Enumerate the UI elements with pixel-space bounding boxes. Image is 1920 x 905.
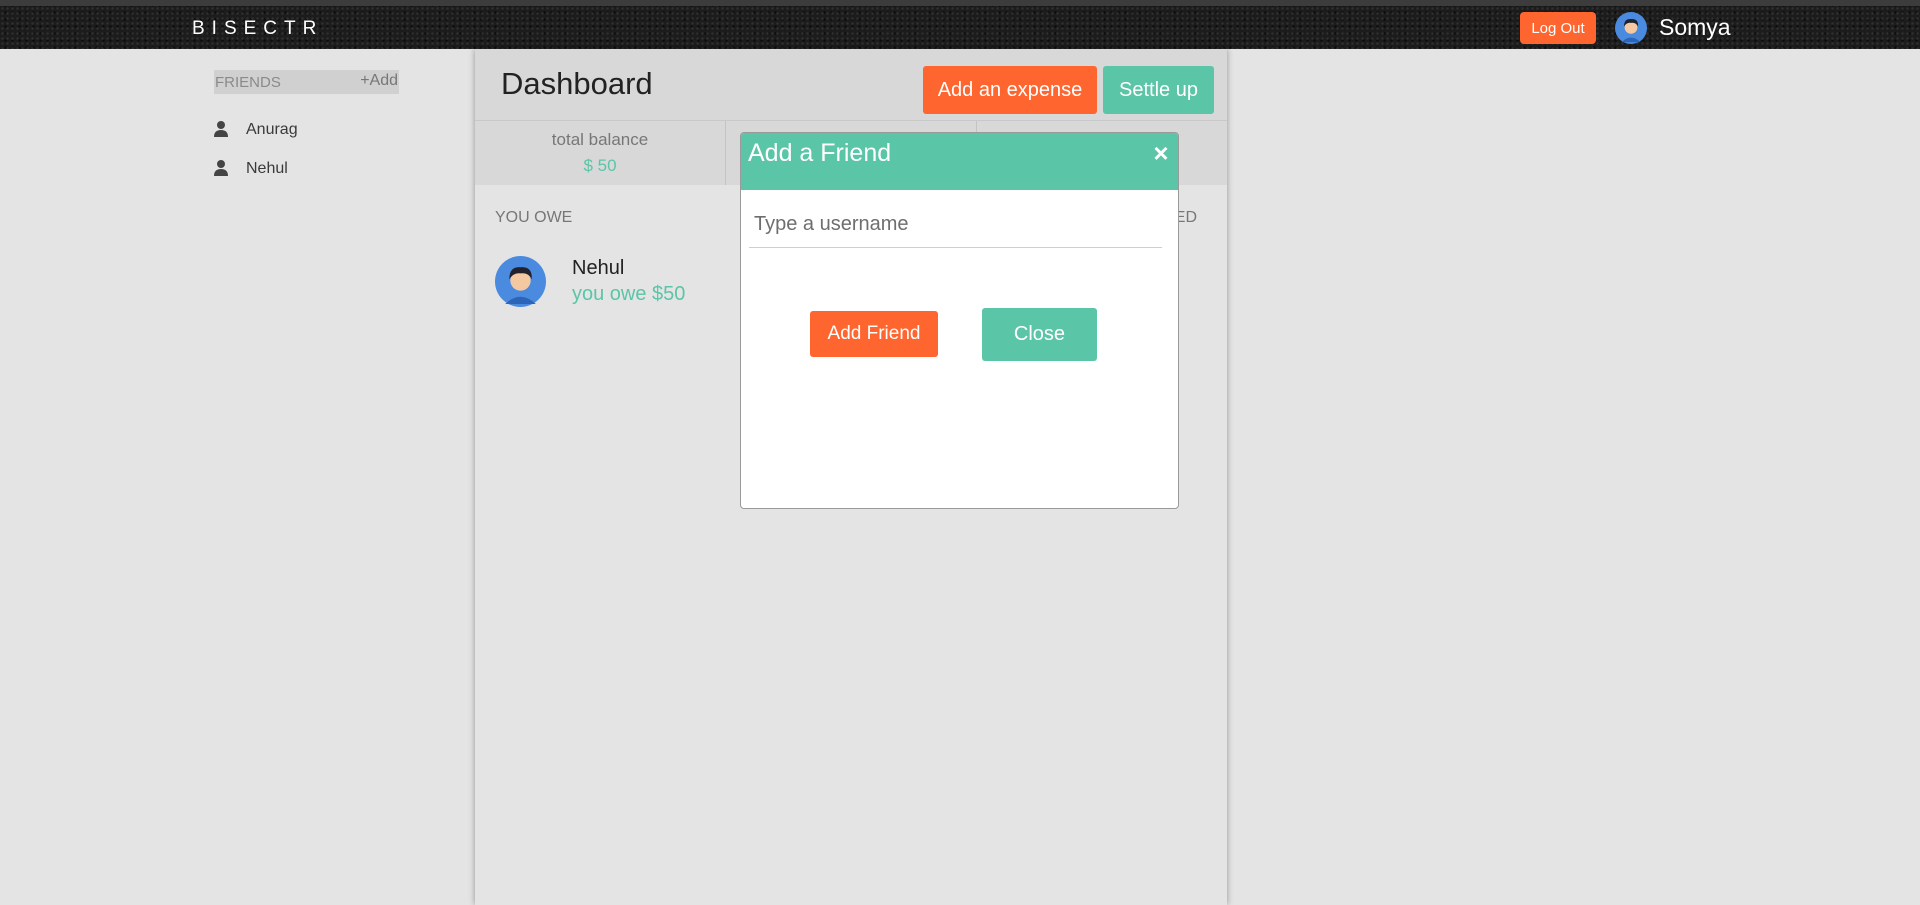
add-expense-button[interactable]: Add an expense [923, 66, 1097, 114]
modal-header: Add a Friend × [741, 133, 1178, 190]
total-balance-cell: total balance $ 50 [475, 121, 726, 185]
total-balance-label: total balance [551, 130, 649, 149]
close-button[interactable]: Close [982, 308, 1097, 361]
friends-header: FRIENDS +Add [214, 70, 399, 94]
modal-title: Add a Friend [748, 139, 892, 167]
settle-up-button[interactable]: Settle up [1103, 66, 1214, 114]
you-owe-label: YOU OWE [495, 209, 573, 226]
navbar: BISECTR Log Out Somya [0, 6, 1920, 49]
page-title: Dashboard [501, 66, 653, 101]
add-friend-button[interactable]: Add Friend [810, 311, 938, 357]
user-avatar-icon[interactable] [1615, 12, 1647, 44]
add-friend-link[interactable]: +Add [360, 72, 398, 90]
dashboard-header: Dashboard Add an expense Settle up [475, 49, 1227, 121]
close-icon[interactable]: × [1149, 140, 1173, 166]
sidebar-item-label: Anurag [246, 121, 298, 138]
brand-logo[interactable]: BISECTR [192, 18, 323, 40]
friends-title: FRIENDS [215, 74, 281, 91]
add-friend-modal: Add a Friend × Add Friend Close [740, 132, 1179, 509]
owe-amount: you owe $50 [572, 283, 686, 305]
total-balance-value: $ 50 [583, 156, 617, 175]
username-input[interactable] [749, 202, 1162, 248]
logout-button[interactable]: Log Out [1520, 12, 1596, 44]
owe-name: Nehul [572, 257, 625, 279]
username[interactable]: Somya [1659, 14, 1731, 41]
sidebar-item-label: Nehul [246, 160, 288, 177]
person-icon [214, 121, 228, 137]
person-icon [214, 160, 228, 176]
avatar [495, 256, 546, 307]
